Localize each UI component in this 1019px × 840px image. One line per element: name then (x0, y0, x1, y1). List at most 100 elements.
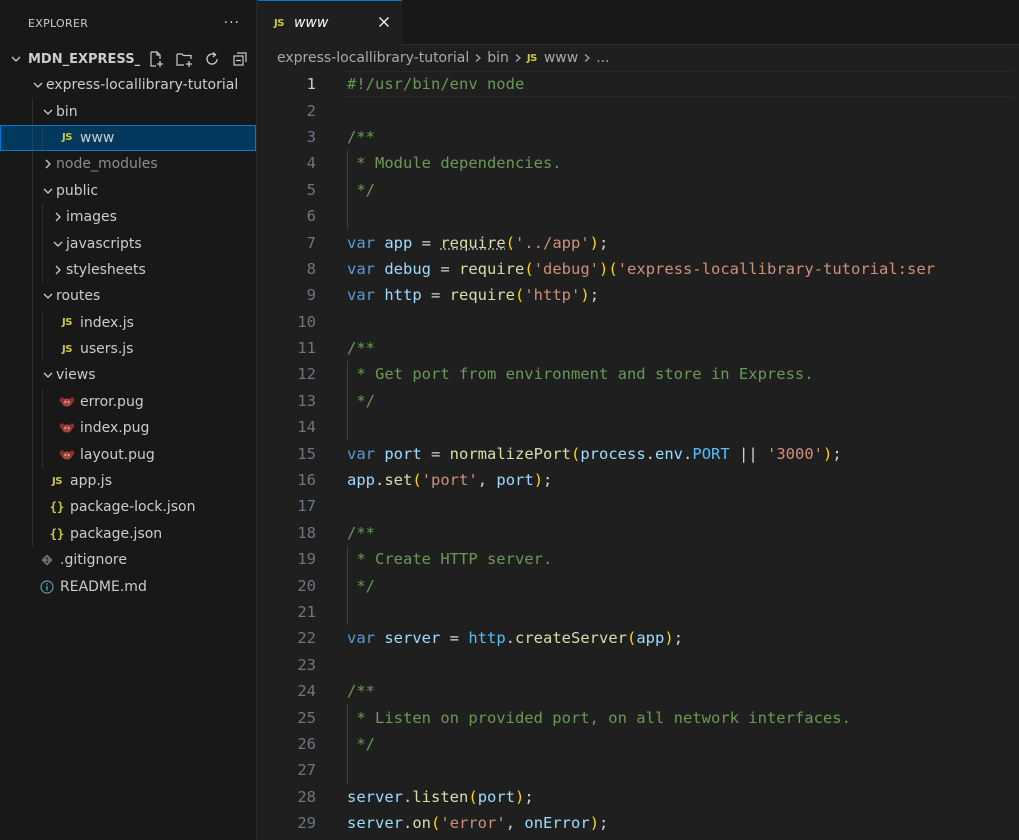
js-file-icon: JS (274, 17, 284, 29)
code-line[interactable]: 1 #!/usr/bin/env node (258, 71, 1019, 98)
code-line[interactable]: 14 (258, 414, 1019, 441)
code-token: ; (589, 286, 600, 305)
code-line[interactable]: 2 (258, 97, 1019, 123)
tree-item-package-json[interactable]: {} package.json (0, 520, 256, 548)
tree-item-express-locallibrary-tutorial[interactable]: express-locallibrary-tutorial (0, 72, 256, 98)
tree-item-layout-pug[interactable]: layout.pug (0, 441, 256, 468)
chevron-down-icon[interactable] (8, 51, 24, 67)
tree-item-app-js[interactable]: JS app.js (0, 467, 256, 495)
code-token: * Module dependencies. (347, 154, 562, 173)
tree-item-index-js[interactable]: JS index.js (0, 309, 256, 336)
breadcrumb-symbols[interactable]: ... (596, 50, 609, 66)
code-line[interactable]: 29 server.on('error', onError); (258, 810, 1019, 836)
tree-item-error-pug[interactable]: error.pug (0, 388, 256, 416)
tree-item-routes[interactable]: routes (0, 283, 256, 310)
tree-item-package-lock-json[interactable]: {} package-lock.json (0, 494, 256, 521)
line-number: 27 (297, 761, 316, 780)
refresh-icon[interactable] (202, 49, 222, 69)
tree-item-users-js[interactable]: JS users.js (0, 335, 256, 363)
code-text: */ (347, 735, 375, 753)
tree-item-label: express-locallibrary-tutorial (46, 77, 239, 94)
tree-item-www[interactable]: JS www (0, 124, 256, 152)
code-token: ) (823, 444, 833, 463)
code-line[interactable]: 12 * Get port from environment and store… (258, 361, 1019, 388)
chevron-right-icon[interactable] (50, 209, 66, 225)
code-line[interactable]: 18 /** (258, 520, 1019, 546)
chevron-down-icon[interactable] (40, 104, 56, 120)
code-line[interactable]: 24 /** (258, 678, 1019, 704)
code-line[interactable]: 25 * Listen on provided port, on all net… (258, 704, 1019, 731)
code-line[interactable]: 11 /** (258, 335, 1019, 361)
code-token: = (440, 629, 469, 648)
code-token: ( (505, 233, 516, 252)
code-line[interactable]: 19 * Create HTTP server. (258, 546, 1019, 573)
indent-guide (32, 124, 33, 152)
code-line[interactable]: 4 * Module dependencies. (258, 150, 1019, 177)
code-line[interactable]: 16 app.set('port', port); (258, 467, 1019, 493)
code-line[interactable]: 21 (258, 598, 1019, 626)
code-editor[interactable]: 1 #!/usr/bin/env node 2 3/** 4 * Module depe… (258, 71, 1019, 840)
collapse-all-icon[interactable] (230, 49, 250, 69)
tree-item-label: package.json (70, 525, 163, 542)
breadcrumb-file-www[interactable]: www (544, 50, 578, 66)
tree-item-views[interactable]: views (0, 362, 256, 389)
code-token: require (459, 259, 525, 278)
code-line[interactable]: 17 (258, 493, 1019, 519)
chevron-right-icon (473, 53, 483, 63)
indent-guide (347, 176, 348, 203)
code-line[interactable]: 7 var app = require('../app'); (258, 229, 1019, 255)
code-token: */ (347, 180, 375, 199)
tab-www[interactable]: JS www (258, 0, 402, 45)
code-line[interactable]: 3 /** (258, 124, 1019, 150)
code-token: require (440, 233, 506, 252)
code-line[interactable]: 9 var http = require('http'); (258, 282, 1019, 308)
code-line[interactable]: 5 */ (258, 176, 1019, 203)
tree-item-index-pug[interactable]: index.pug (0, 415, 256, 442)
chevron-right-icon[interactable] (50, 262, 66, 278)
tree-item-readme-md[interactable]: README.md (0, 573, 256, 599)
code-line[interactable]: 10 (258, 309, 1019, 335)
chevron-down-icon[interactable] (40, 183, 56, 199)
new-folder-icon[interactable] (174, 49, 194, 69)
tree-item-public[interactable]: public (0, 177, 256, 204)
line-number: 11 (297, 339, 316, 358)
code-text: var http = require('http'); (347, 286, 599, 304)
code-line[interactable]: 13 */ (258, 387, 1019, 415)
code-line[interactable]: 8 var debug = require('debug')('express-l… (258, 256, 1019, 282)
code-line[interactable]: 20 */ (258, 572, 1019, 599)
tree-item-node-modules[interactable]: node_modules (0, 151, 256, 178)
js-file-icon: JS (52, 475, 62, 487)
chevron-down-icon[interactable] (40, 367, 56, 383)
code-line[interactable]: 28 server.listen(port); (258, 784, 1019, 810)
code-text: var port = normalizePort(process.env.POR… (347, 445, 842, 463)
new-file-icon[interactable] (146, 49, 166, 69)
workspace-name[interactable]: MDN_EXPRESS_... (28, 52, 140, 67)
chevron-down-icon[interactable] (50, 236, 66, 252)
breadcrumb-folder-root[interactable]: express-locallibrary-tutorial (277, 50, 469, 66)
indent-guide (347, 572, 348, 599)
chevron-down-icon[interactable] (40, 288, 56, 304)
code-line[interactable]: 15 var port = normalizePort(process.env.P… (258, 440, 1019, 466)
chevron-right-icon (582, 53, 592, 63)
code-token: port (384, 444, 422, 463)
code-line[interactable]: 23 (258, 652, 1019, 678)
breadcrumb-folder-bin[interactable]: bin (487, 50, 509, 66)
code-token: . (375, 471, 385, 490)
chevron-down-icon[interactable] (30, 77, 46, 93)
more-actions-icon[interactable]: ··· (224, 15, 240, 31)
workspace-root[interactable]: MDN_EXPRESS_... (0, 46, 256, 72)
code-line[interactable]: 26 */ (258, 730, 1019, 758)
code-line[interactable]: 6 (258, 202, 1019, 230)
tree-item-javascripts[interactable]: javascripts (0, 230, 256, 257)
chevron-right-icon[interactable] (40, 156, 56, 172)
tree-item-label: public (56, 182, 99, 199)
code-token: server (347, 814, 403, 833)
tree-item-images[interactable]: images (0, 203, 256, 231)
tree-item-stylesheets[interactable]: stylesheets (0, 256, 256, 284)
code-line[interactable]: 22 var server = http.createServer(app); (258, 625, 1019, 651)
tree-item-bin[interactable]: bin (0, 98, 256, 125)
tree-item-gitignore[interactable]: .gitignore (0, 547, 256, 573)
code-line[interactable]: 27 (258, 757, 1019, 784)
close-icon[interactable] (376, 14, 392, 30)
